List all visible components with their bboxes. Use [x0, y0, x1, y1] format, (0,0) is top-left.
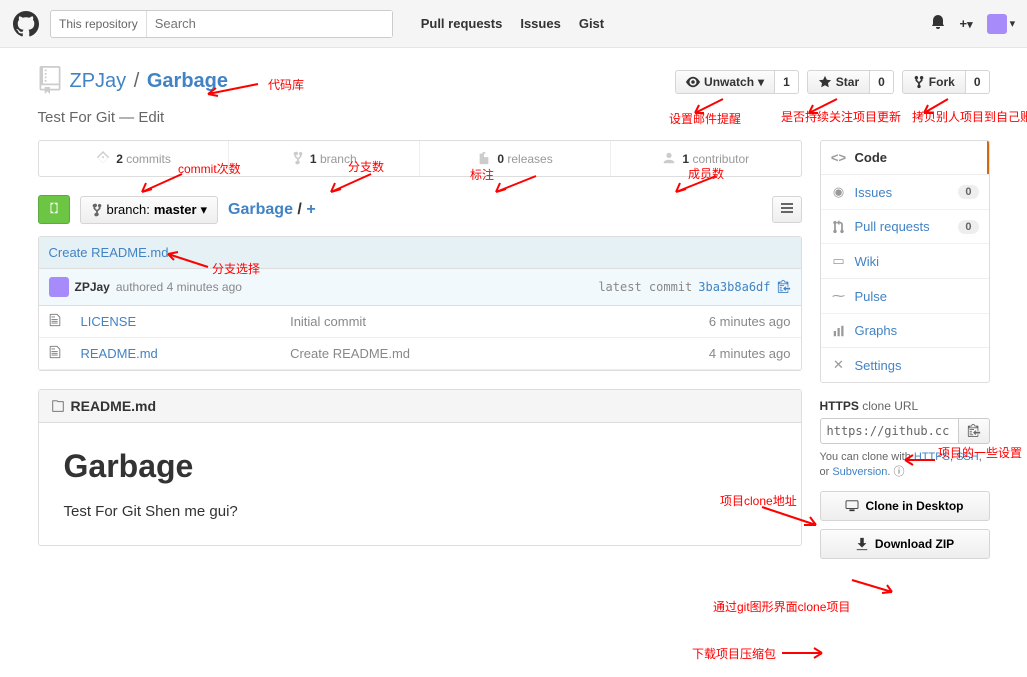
file-row: README.md Create README.md4 minutes ago [39, 338, 801, 370]
repo-description: Test For Git — Edit [38, 109, 990, 126]
file-icon [39, 338, 71, 370]
sidenav-settings[interactable]: ✕Settings [821, 348, 989, 382]
download-zip-button[interactable]: Download ZIP [820, 529, 990, 559]
repo-header: ZPJay / Garbage Unwatch ▾ 1 Star 0 Fork … [38, 48, 990, 109]
branch-selector[interactable]: branch: master ▾ [80, 196, 219, 224]
user-avatar[interactable]: ▾ [987, 14, 1015, 34]
file-time: 4 minutes ago [581, 338, 800, 370]
clone-ssh-link[interactable]: SSH [956, 451, 979, 463]
file-icon [39, 306, 71, 338]
clone-url-input[interactable] [820, 418, 959, 444]
stat-commits[interactable]: 2 commits [39, 141, 230, 176]
readme-header: README.md [39, 390, 801, 423]
path-root[interactable]: Garbage [228, 201, 293, 218]
watch-count[interactable]: 1 [775, 70, 799, 94]
repo-icon [38, 66, 62, 97]
anno-zip: 下载项目压缩包 [692, 645, 776, 662]
issues-icon: ◉ [831, 184, 847, 200]
latest-commit-box: Create README.md ZPJay authored 4 minute… [38, 236, 802, 371]
stat-branches[interactable]: 1 branch [229, 141, 420, 176]
search-scope[interactable]: This repository [51, 11, 147, 37]
clone-https-link[interactable]: HTTPS [914, 451, 950, 463]
repo-title: ZPJay / Garbage [70, 70, 229, 93]
file-row: LICENSE Initial commit6 minutes ago [39, 306, 801, 338]
fork-button[interactable]: Fork [902, 70, 966, 94]
readme-box: README.md Garbage Test For Git Shen me g… [38, 389, 802, 546]
clone-box: HTTPS clone URL You can clone with HTTPS… [820, 399, 990, 559]
sidenav-issues[interactable]: ◉Issues0 [821, 175, 989, 210]
new-file-button[interactable]: + [306, 201, 315, 218]
topbar: This repository Pull requests Issues Gis… [0, 0, 1027, 48]
readme-body-text: Test For Git Shen me gui? [64, 503, 776, 520]
readme-title: Garbage [64, 448, 776, 485]
repo-stats: 2 commits 1 branch 0 releases 1 contribu… [38, 140, 802, 177]
watch-group: Unwatch ▾ 1 [675, 70, 799, 94]
commit-author[interactable]: ZPJay [75, 280, 110, 294]
file-commit-msg[interactable]: Initial commit [280, 306, 581, 338]
commit-author-avatar[interactable] [49, 277, 69, 297]
sidenav-code[interactable]: <>Code [821, 141, 989, 174]
path-breadcrumb: Garbage / + [228, 201, 316, 219]
pull-request-icon [831, 220, 847, 234]
stat-releases[interactable]: 0 releases [420, 141, 611, 176]
copy-url-button[interactable] [959, 418, 990, 444]
file-commit-msg[interactable]: Create README.md [280, 338, 581, 370]
list-view-button[interactable] [772, 196, 802, 223]
nav-gist[interactable]: Gist [579, 16, 604, 31]
star-group: Star 0 [807, 70, 894, 94]
file-name-link[interactable]: LICENSE [81, 314, 137, 329]
clone-help-text: You can clone with HTTPS, SSH, or Subver… [820, 450, 990, 481]
tools-icon: ✕ [831, 357, 847, 373]
sidenav-pull-requests[interactable]: Pull requests0 [821, 210, 989, 244]
anno-desktop: 通过git图形界面clone项目 [713, 600, 850, 614]
side-nav: <>Code ◉Issues0 Pull requests0 ▭Wiki ⁓Pu… [820, 140, 990, 383]
search-input[interactable] [147, 11, 392, 37]
help-icon[interactable]: ⓘ [894, 466, 905, 478]
commit-sha[interactable]: 3ba3b8a6df [698, 280, 770, 294]
sidenav-pulse[interactable]: ⁓Pulse [821, 279, 989, 314]
file-name-link[interactable]: README.md [81, 346, 158, 361]
create-new-icon[interactable]: +▾ [960, 16, 973, 31]
code-icon: <> [831, 150, 847, 165]
sidenav-graphs[interactable]: Graphs [821, 314, 989, 347]
repo-owner-link[interactable]: ZPJay [70, 70, 127, 92]
file-time: 6 minutes ago [581, 306, 800, 338]
commit-message[interactable]: Create README.md [39, 237, 801, 269]
book-icon: ▭ [831, 253, 847, 269]
graph-icon [831, 325, 847, 337]
file-list: LICENSEInitial commit6 minutes agoREADME… [39, 306, 801, 370]
topbar-right: +▾ ▾ [930, 14, 1015, 34]
commit-meta: ZPJay authored 4 minutes ago latest comm… [39, 269, 801, 306]
clone-desktop-button[interactable]: Clone in Desktop [820, 491, 990, 521]
sidenav-wiki[interactable]: ▭Wiki [821, 244, 989, 278]
clone-url-label: HTTPS clone URL [820, 399, 990, 413]
star-button[interactable]: Star [807, 70, 870, 94]
search-box: This repository [50, 10, 393, 38]
unwatch-button[interactable]: Unwatch ▾ [675, 70, 775, 94]
fork-count[interactable]: 0 [966, 70, 990, 94]
commit-authored-time: authored 4 minutes ago [116, 280, 242, 294]
top-nav: Pull requests Issues Gist [421, 16, 604, 31]
github-logo-icon[interactable] [12, 10, 40, 38]
copy-sha-icon[interactable] [777, 279, 791, 296]
stat-contributors[interactable]: 1 contributor [611, 141, 801, 176]
notifications-icon[interactable] [930, 14, 946, 33]
nav-pull-requests[interactable]: Pull requests [421, 16, 503, 31]
pulse-icon: ⁓ [831, 288, 847, 304]
repo-name-link[interactable]: Garbage [147, 70, 228, 92]
fork-group: Fork 0 [902, 70, 990, 94]
compare-button[interactable] [38, 195, 70, 224]
clone-svn-link[interactable]: Subversion [832, 466, 887, 478]
star-count[interactable]: 0 [870, 70, 894, 94]
nav-issues[interactable]: Issues [520, 16, 560, 31]
